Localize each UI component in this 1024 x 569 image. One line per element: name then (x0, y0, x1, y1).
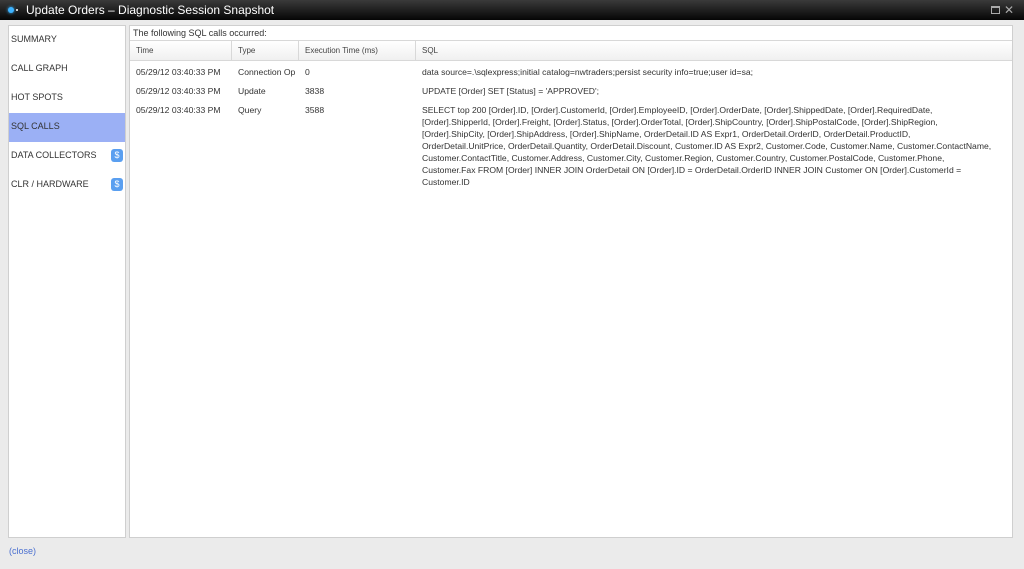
sql-calls-panel: The following SQL calls occurred: Time T… (129, 25, 1013, 538)
cell-time: 05/29/12 03:40:33 PM (136, 86, 221, 96)
app-logo-dot (16, 9, 18, 11)
sidebar-item-data-collectors[interactable]: DATA COLLECTORS $ (9, 142, 125, 171)
sidebar-item-label: CLR / HARDWARE (11, 179, 89, 189)
sidebar-item-label: SQL CALLS (11, 121, 60, 131)
column-header-sql[interactable]: SQL (416, 41, 1012, 60)
close-link[interactable]: (close) (9, 546, 36, 556)
sidebar-item-label: HOT SPOTS (11, 92, 63, 102)
sidebar-item-label: CALL GRAPH (11, 63, 68, 73)
cell-exec-time: 0 (305, 67, 310, 77)
maximize-icon[interactable] (991, 6, 1000, 14)
sidebar-item-summary[interactable]: SUMMARY (9, 26, 125, 55)
table-body: 05/29/12 03:40:33 PM Connection Op 0 dat… (130, 61, 1012, 193)
sidebar-item-sql-calls[interactable]: SQL CALLS (9, 113, 125, 142)
cell-time: 05/29/12 03:40:33 PM (136, 67, 221, 77)
table-header: Time Type Execution Time (ms) SQL (130, 41, 1012, 61)
table-row[interactable]: 05/29/12 03:40:33 PM Update 3838 UPDATE … (130, 83, 1012, 102)
table-row[interactable]: 05/29/12 03:40:33 PM Connection Op 0 dat… (130, 64, 1012, 83)
cell-sql: data source=.\sqlexpress;initial catalog… (422, 67, 754, 77)
cell-exec-time: 3588 (305, 105, 325, 115)
cell-sql: UPDATE [Order] SET [Status] = 'APPROVED'… (422, 86, 600, 96)
sidebar: SUMMARY CALL GRAPH HOT SPOTS SQL CALLS D… (8, 25, 126, 538)
column-header-type[interactable]: Type (232, 41, 299, 60)
premium-badge-icon: $ (111, 149, 123, 162)
cell-type: Connection Op (238, 67, 296, 77)
cell-type: Query (238, 105, 262, 115)
sidebar-item-label: SUMMARY (11, 34, 57, 44)
sidebar-item-label: DATA COLLECTORS (11, 150, 97, 160)
premium-badge-icon: $ (111, 178, 123, 191)
sidebar-item-clr-hardware[interactable]: CLR / HARDWARE $ (9, 171, 125, 200)
window-title: Update Orders – Diagnostic Session Snaps… (26, 3, 275, 17)
close-icon[interactable]: ✕ (1004, 0, 1014, 20)
table-row[interactable]: 05/29/12 03:40:33 PM Query 3588 SELECT t… (130, 102, 1012, 193)
cell-type: Update (238, 86, 266, 96)
sidebar-item-call-graph[interactable]: CALL GRAPH (9, 55, 125, 84)
title-bar: Update Orders – Diagnostic Session Snaps… (0, 0, 1024, 20)
column-header-time[interactable]: Time (130, 41, 232, 60)
column-header-execution-time[interactable]: Execution Time (ms) (299, 41, 416, 60)
cell-exec-time: 3838 (305, 86, 325, 96)
cell-time: 05/29/12 03:40:33 PM (136, 105, 221, 115)
sidebar-item-hot-spots[interactable]: HOT SPOTS (9, 84, 125, 113)
panel-caption: The following SQL calls occurred: (130, 26, 1012, 41)
app-logo-icon (8, 7, 14, 13)
cell-sql: SELECT top 200 [Order].ID, [Order].Custo… (422, 105, 992, 187)
